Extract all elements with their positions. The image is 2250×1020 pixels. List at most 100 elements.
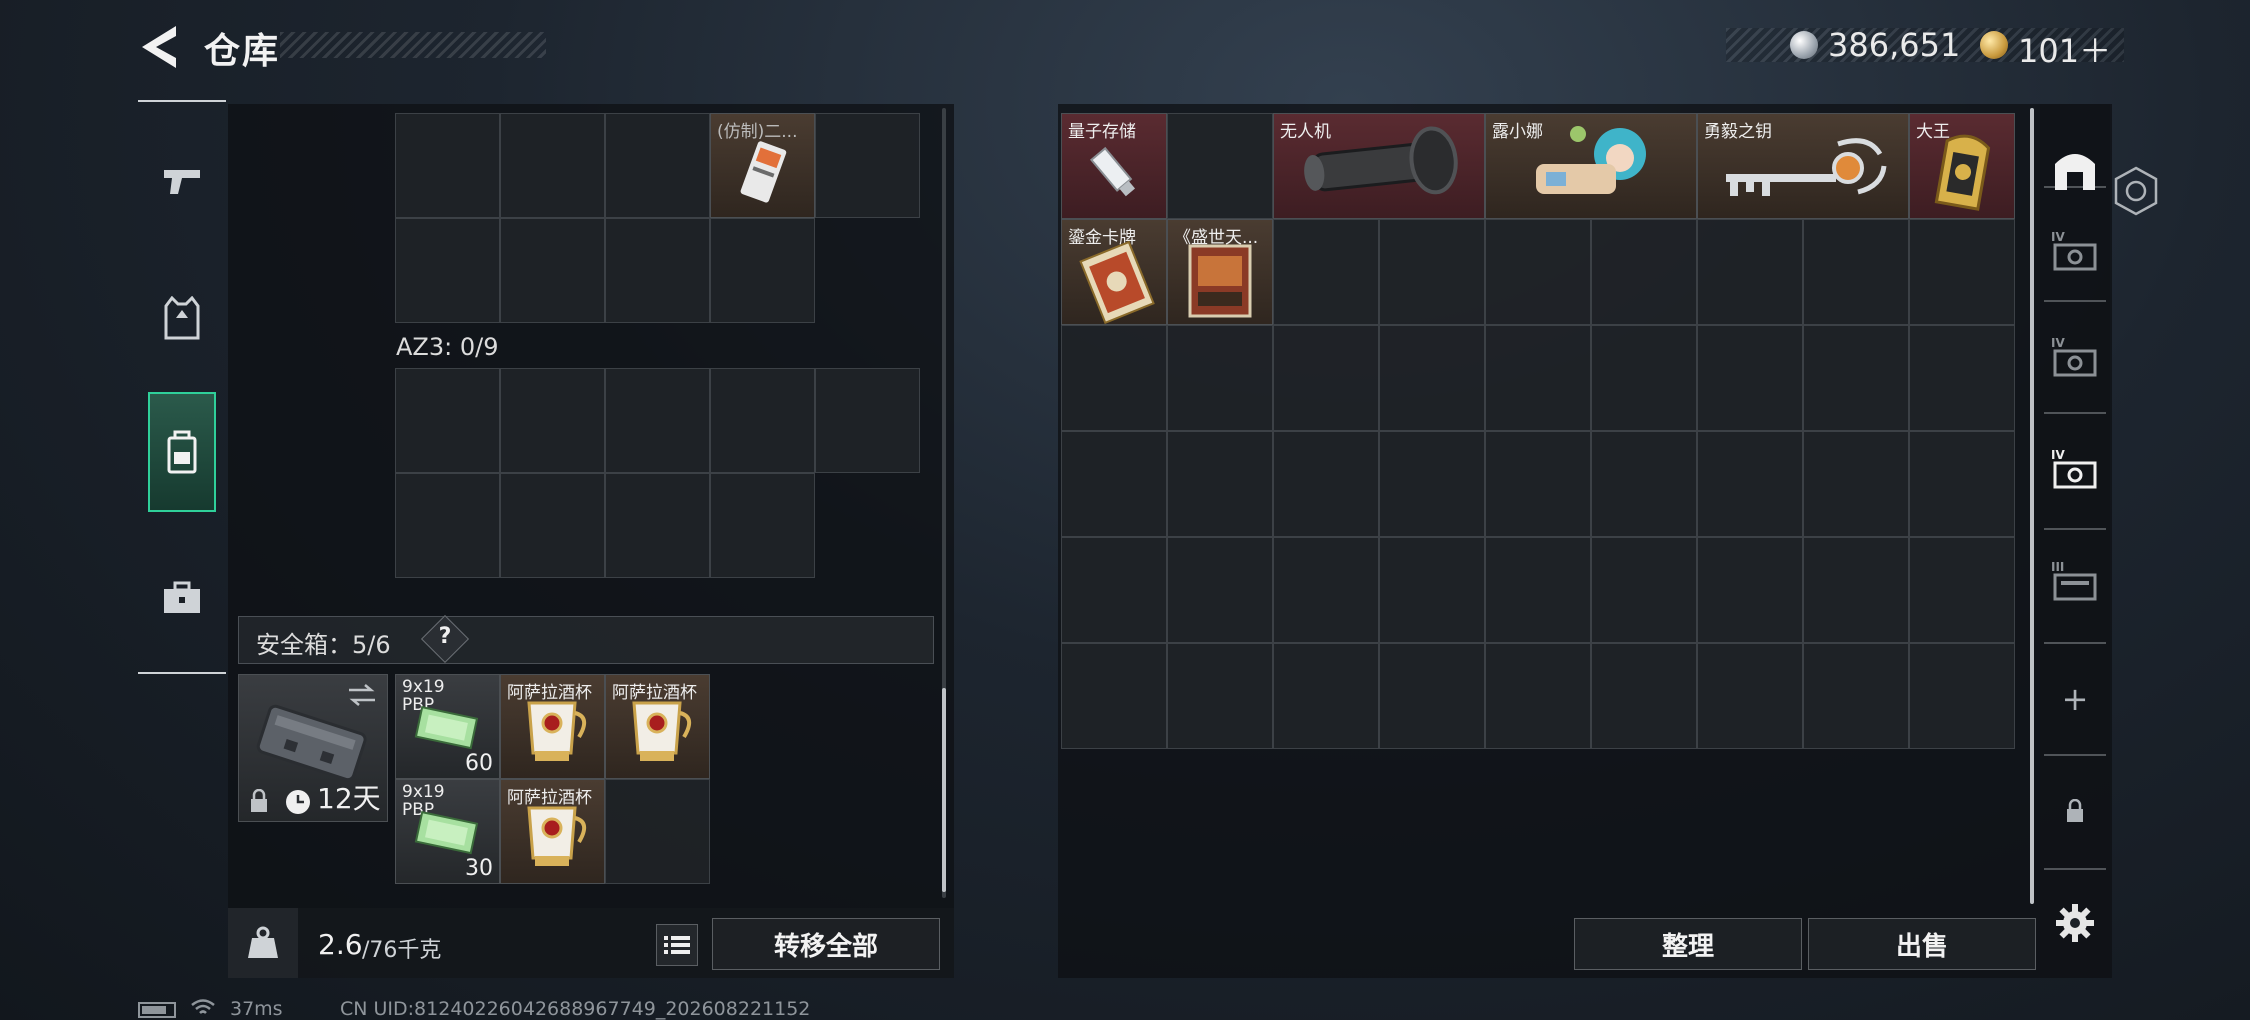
sell-button[interactable]: 出售 — [1808, 918, 2036, 970]
grid-cell[interactable] — [1909, 325, 2015, 431]
item-king-card[interactable]: 大王 — [1909, 113, 2015, 219]
tab-locked[interactable] — [2044, 776, 2106, 846]
grid-cell[interactable] — [815, 113, 920, 218]
tab-storage-iv-1[interactable]: IV — [2044, 216, 2106, 286]
grid-cell[interactable] — [1061, 325, 1167, 431]
grid-cell[interactable] — [1167, 643, 1273, 749]
grid-cell[interactable] — [1803, 325, 1909, 431]
grid-cell[interactable] — [1485, 431, 1591, 537]
grid-cell[interactable] — [1803, 431, 1909, 537]
grid-cell[interactable] — [710, 218, 815, 323]
grid-cell[interactable] — [1909, 537, 2015, 643]
grid-cell[interactable] — [1379, 325, 1485, 431]
grid-cell[interactable] — [1697, 537, 1803, 643]
grid-cell[interactable] — [1061, 643, 1167, 749]
grid-cell[interactable] — [1697, 325, 1803, 431]
gold-currency-value[interactable]: 101＋ — [2018, 26, 2111, 72]
grid-cell[interactable] — [1379, 643, 1485, 749]
tab-storage-iv-2[interactable]: IV — [2044, 322, 2106, 392]
item-prosperity-book[interactable]: 《盛世天... — [1167, 219, 1273, 325]
grid-cell[interactable] — [605, 779, 710, 884]
grid-cell[interactable] — [710, 368, 815, 473]
grid-cell[interactable] — [1803, 219, 1909, 325]
item-asala-cup[interactable]: 阿萨拉酒杯 — [500, 674, 605, 779]
tab-storage-iii[interactable]: III — [2044, 546, 2106, 616]
left-scrollbar[interactable] — [942, 688, 946, 892]
grid-cell[interactable] — [500, 218, 605, 323]
grid-cell[interactable] — [1167, 325, 1273, 431]
grid-cell[interactable] — [1697, 643, 1803, 749]
grid-cell[interactable] — [1167, 113, 1273, 219]
grid-cell[interactable] — [1273, 431, 1379, 537]
tab-add[interactable]: + — [2044, 664, 2106, 734]
grid-cell[interactable] — [1591, 431, 1697, 537]
grid-cell[interactable] — [605, 368, 710, 473]
grid-cell[interactable] — [1909, 431, 2015, 537]
storage-iv-icon: IV — [2051, 448, 2097, 489]
tab-home[interactable] — [2044, 136, 2106, 204]
safe-box-slot[interactable]: 12天 — [238, 674, 388, 822]
scan-button[interactable] — [2112, 164, 2160, 218]
tab-weapon[interactable] — [138, 120, 226, 240]
item-ammo-9x19[interactable]: 9x19 PBP 60 — [395, 674, 500, 779]
grid-cell[interactable] — [605, 113, 710, 218]
grid-cell[interactable] — [1485, 219, 1591, 325]
grid-cell[interactable] — [1273, 219, 1379, 325]
grid-cell[interactable] — [1379, 219, 1485, 325]
safe-box-label: 安全箱：5/6 — [256, 631, 391, 659]
grid-cell[interactable] — [1379, 431, 1485, 537]
tab-case[interactable] — [138, 538, 226, 658]
tab-storage-iv-3-active[interactable]: IV — [2044, 434, 2106, 504]
grid-cell[interactable] — [1591, 643, 1697, 749]
grid-cell[interactable] — [500, 368, 605, 473]
list-view-button[interactable] — [656, 924, 698, 966]
grid-cell[interactable] — [500, 113, 605, 218]
grid-cell[interactable] — [1485, 643, 1591, 749]
tab-armor[interactable] — [138, 258, 226, 378]
item-quantum-storage[interactable]: 量子存储 — [1061, 113, 1167, 219]
grid-cell[interactable] — [1591, 325, 1697, 431]
grid-cell[interactable] — [1061, 431, 1167, 537]
grid-cell[interactable] — [1803, 643, 1909, 749]
sort-button[interactable]: 整理 — [1574, 918, 1802, 970]
grid-cell[interactable] — [1697, 431, 1803, 537]
grid-cell[interactable] — [1591, 537, 1697, 643]
weight-lock[interactable] — [228, 908, 298, 978]
grid-cell[interactable] — [500, 473, 605, 578]
back-button[interactable] — [136, 22, 180, 72]
grid-cell[interactable] — [1591, 219, 1697, 325]
tab-backpack[interactable] — [148, 392, 216, 512]
grid-cell[interactable] — [1167, 431, 1273, 537]
grid-cell[interactable] — [1485, 537, 1591, 643]
item-ammo-9x19[interactable]: 9x19 PBP 30 — [395, 779, 500, 884]
grid-cell[interactable] — [395, 218, 500, 323]
grid-cell[interactable] — [1485, 325, 1591, 431]
grid-cell[interactable] — [605, 473, 710, 578]
grid-cell[interactable] — [1909, 219, 2015, 325]
right-scrollbar[interactable] — [2030, 108, 2034, 904]
grid-cell[interactable] — [815, 368, 920, 473]
grid-cell[interactable] — [395, 113, 500, 218]
grid-cell[interactable] — [1273, 325, 1379, 431]
grid-cell[interactable] — [605, 218, 710, 323]
item-asala-cup[interactable]: 阿萨拉酒杯 — [605, 674, 710, 779]
grid-cell[interactable] — [395, 473, 500, 578]
grid-cell[interactable] — [710, 473, 815, 578]
grid-cell[interactable] — [1273, 537, 1379, 643]
item-drone[interactable]: 无人机 — [1273, 113, 1485, 219]
grid-cell[interactable] — [1379, 537, 1485, 643]
settings-button[interactable] — [2044, 888, 2106, 958]
grid-cell[interactable] — [395, 368, 500, 473]
grid-cell[interactable] — [1697, 219, 1803, 325]
grid-cell[interactable] — [1167, 537, 1273, 643]
item-asala-cup[interactable]: 阿萨拉酒杯 — [500, 779, 605, 884]
item-replica-card[interactable]: (仿制)二... — [710, 113, 815, 218]
grid-cell[interactable] — [1803, 537, 1909, 643]
item-brave-key[interactable]: 勇毅之钥 — [1697, 113, 1909, 219]
transfer-all-button[interactable]: 转移全部 — [712, 918, 940, 970]
grid-cell[interactable] — [1909, 643, 2015, 749]
grid-cell[interactable] — [1061, 537, 1167, 643]
item-lunar-doll[interactable]: 露小娜 — [1485, 113, 1697, 219]
grid-cell[interactable] — [1273, 643, 1379, 749]
item-gilded-card[interactable]: 鎏金卡牌 — [1061, 219, 1167, 325]
